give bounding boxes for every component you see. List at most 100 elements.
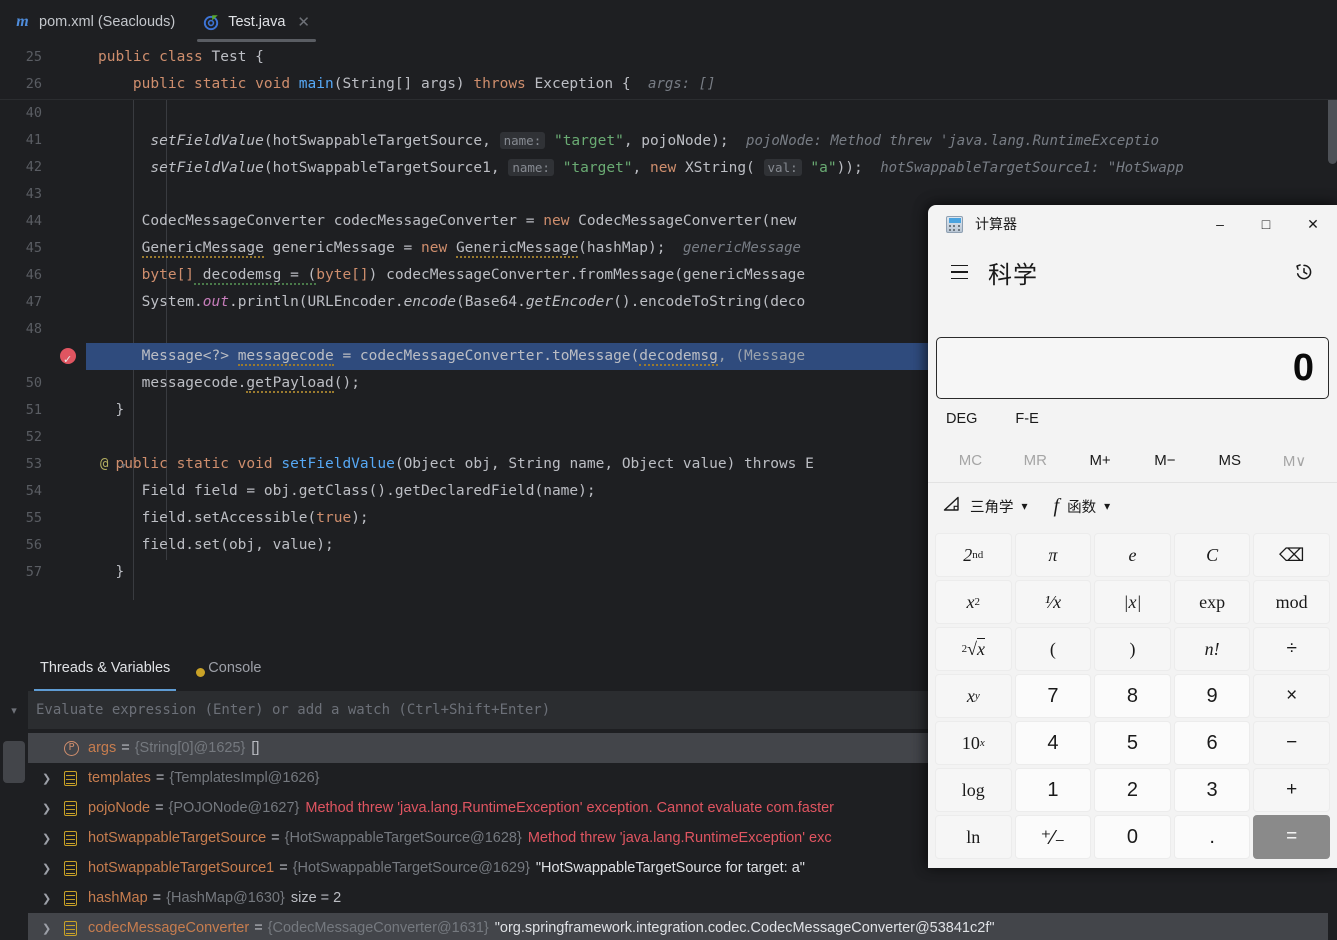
functions-menu[interactable]: f 函数 ▾ [1054, 495, 1111, 518]
key-2[interactable]: 2 [1094, 768, 1171, 812]
key-7[interactable]: 7 [1014, 674, 1092, 718]
gutter-marker [52, 559, 86, 586]
key-ln[interactable]: ln [935, 815, 1012, 859]
chevron-right-icon[interactable]: ❯ [42, 892, 64, 905]
backspace-key[interactable]: ⌫ [1253, 533, 1330, 577]
key-close-paren[interactable]: ) [1094, 627, 1171, 671]
line-number: 47 [25, 294, 42, 310]
code-fragment: "target", new XString( [562, 160, 764, 176]
history-icon[interactable] [1287, 255, 1321, 289]
functions-label: 函数 [1067, 499, 1097, 516]
key-decimal[interactable]: . [1173, 815, 1251, 859]
deg-toggle[interactable]: DEG [946, 411, 977, 427]
key-1[interactable]: 1 [1014, 768, 1092, 812]
chevron-right-icon[interactable]: ❯ [42, 832, 64, 845]
gutter-marker [52, 127, 86, 154]
code-line: 42 setFieldValue(hotSwappableTargetSourc… [0, 154, 1337, 181]
parameter-icon: P [64, 740, 88, 756]
variable-value: [] [251, 740, 260, 756]
code-fragment: (hotSwappableTargetSource, [263, 133, 500, 149]
variable-ref: {HotSwappableTargetSource@1629} [292, 860, 530, 876]
calculator-mode-label: 科学 [988, 261, 1038, 289]
calculator-title-bar[interactable]: 计算器 – □ ✕ [928, 205, 1337, 243]
code-line: 40 [0, 100, 1337, 127]
key-6[interactable]: 6 [1173, 721, 1251, 765]
code-fragment: "target", pojoNode); [553, 133, 729, 149]
gutter-marker [52, 44, 86, 71]
key-pi[interactable]: π [1014, 533, 1092, 577]
close-button[interactable]: ✕ [1289, 205, 1337, 243]
memory-subtract-button[interactable]: M− [1132, 452, 1197, 469]
key-subtract[interactable]: − [1253, 721, 1330, 765]
key-mod[interactable]: mod [1253, 580, 1330, 624]
chevron-right-icon[interactable]: ❯ [42, 772, 64, 785]
variable-row-hashmap[interactable]: ❯ hashMap = {HashMap@1630} size = 2 [28, 883, 1328, 913]
key-log[interactable]: log [935, 768, 1012, 812]
memory-store-button[interactable]: MS [1197, 452, 1262, 469]
key-divide[interactable]: ÷ [1253, 627, 1330, 671]
calculator-window[interactable]: 计算器 – □ ✕ 科学 0 DEG F-E MC MR M+ M− MS M∨ [928, 205, 1337, 868]
key-plus-minus[interactable]: ⁺⁄₋ [1014, 815, 1092, 859]
key-exp[interactable]: exp [1173, 580, 1251, 624]
minimize-button[interactable]: – [1197, 205, 1243, 243]
key-factorial[interactable]: n! [1173, 627, 1251, 671]
variable-name: args [88, 740, 117, 756]
key-0[interactable]: 0 [1094, 815, 1171, 859]
code-fragment: messagecode [237, 348, 334, 366]
equals-sign: = [155, 770, 165, 786]
variable-ref: {CodecMessageConverter@1631} [267, 920, 489, 936]
fe-toggle[interactable]: F-E [1015, 411, 1038, 427]
tab-label: pom.xml (Seaclouds) [39, 14, 176, 30]
gutter-marker [52, 316, 86, 343]
key-equals[interactable]: = [1253, 815, 1330, 859]
variable-ref: {HashMap@1630} [166, 890, 285, 906]
key-ten-power-x[interactable]: 10 x [935, 721, 1012, 765]
key-x-power-y[interactable]: xy [935, 674, 1012, 718]
gutter-marker [52, 343, 86, 373]
key-square-root[interactable]: 2 √ x [935, 627, 1012, 671]
key-reciprocal[interactable]: ¹⁄ x [1014, 580, 1092, 624]
chevron-right-icon[interactable]: ❯ [42, 922, 64, 935]
key-absolute[interactable]: |x| [1094, 580, 1171, 624]
memory-add-button[interactable]: M+ [1068, 452, 1133, 469]
tab-pom-xml[interactable]: m pom.xml (Seaclouds) [0, 0, 189, 44]
key-8[interactable]: 8 [1094, 674, 1171, 718]
memory-clear-button[interactable]: MC [938, 452, 1003, 469]
trig-label: 三角学 [970, 499, 1014, 516]
code-keyword: new [543, 213, 570, 229]
tab-test-java[interactable]: Test.java ✕ [189, 0, 324, 44]
tab-threads-variables[interactable]: Threads & Variables [30, 645, 180, 691]
key-e[interactable]: e [1094, 533, 1171, 577]
chevron-right-icon[interactable]: ❯ [42, 862, 64, 875]
calculator-icon [946, 215, 963, 233]
chevron-right-icon[interactable]: ❯ [42, 802, 64, 815]
close-icon[interactable]: ✕ [297, 13, 310, 31]
breakpoint-icon[interactable] [60, 346, 76, 373]
key-add[interactable]: + [1253, 768, 1330, 812]
key-4[interactable]: 4 [1014, 721, 1092, 765]
rail-toggle-button[interactable] [3, 741, 25, 783]
key-multiply[interactable]: × [1253, 674, 1330, 718]
calculator-display[interactable]: 0 [936, 337, 1329, 399]
gutter-marker [52, 478, 86, 505]
hamburger-icon[interactable] [942, 255, 976, 289]
memory-list-button[interactable]: M∨ [1262, 452, 1327, 470]
tab-console[interactable]: Console [186, 645, 271, 691]
key-second[interactable]: 2nd [935, 533, 1012, 577]
key-5[interactable]: 5 [1094, 721, 1171, 765]
key-clear[interactable]: C [1173, 533, 1251, 577]
chevron-down-icon[interactable]: ▾ [120, 452, 127, 479]
memory-recall-button[interactable]: MR [1003, 452, 1068, 469]
code-fragment: Field field = obj.getClass().getDeclared… [141, 483, 596, 499]
line-number: 51 [25, 402, 42, 418]
annotation-gutter-icon[interactable]: @ [100, 451, 108, 478]
line-number: 45 [25, 240, 42, 256]
maximize-button[interactable]: □ [1243, 205, 1289, 243]
expand-chevron-icon[interactable]: ▾ [0, 691, 28, 729]
key-3[interactable]: 3 [1173, 768, 1251, 812]
key-9[interactable]: 9 [1173, 674, 1251, 718]
trigonometry-menu[interactable]: 三角学 ▾ [942, 495, 1028, 517]
key-x-squared[interactable]: x2 [935, 580, 1012, 624]
variable-row-codecmessageconverter[interactable]: ❯ codecMessageConverter = {CodecMessageC… [28, 913, 1328, 940]
key-open-paren[interactable]: ( [1014, 627, 1092, 671]
